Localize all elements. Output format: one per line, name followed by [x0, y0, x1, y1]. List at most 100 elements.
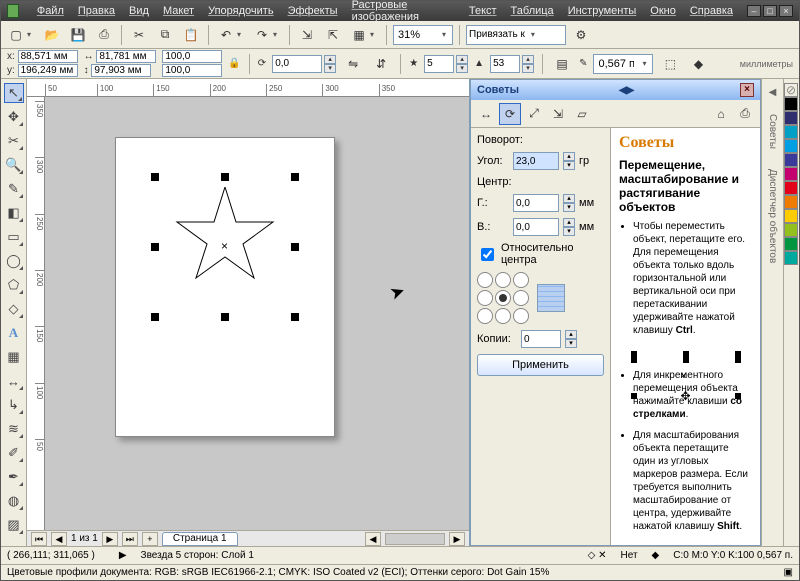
- redo-button[interactable]: ↷: [251, 24, 273, 46]
- menu-help[interactable]: Справка: [690, 5, 733, 17]
- swatch[interactable]: [784, 111, 798, 125]
- cut-button[interactable]: ✂: [128, 24, 150, 46]
- ellipse-tool[interactable]: ◯: [4, 251, 24, 271]
- y-input[interactable]: [18, 64, 78, 77]
- copy-button[interactable]: ⧉: [154, 24, 176, 46]
- menu-layout[interactable]: Макет: [163, 5, 194, 17]
- width-input[interactable]: [96, 50, 156, 63]
- swatch[interactable]: [784, 139, 798, 153]
- mirror-v-button[interactable]: ⇵: [370, 53, 392, 75]
- star-points-input[interactable]: [424, 55, 454, 73]
- table-tool[interactable]: ▦: [4, 347, 24, 367]
- apply-button[interactable]: Применить: [477, 354, 604, 376]
- swatch[interactable]: [784, 237, 798, 251]
- selected-star[interactable]: ×: [155, 177, 295, 317]
- star-shape[interactable]: [175, 187, 275, 287]
- transform-position-tab[interactable]: ↔: [475, 103, 497, 125]
- scroll-left-button[interactable]: ◀: [365, 532, 381, 546]
- copies-input[interactable]: [521, 330, 561, 348]
- side-tab-object-manager[interactable]: Диспетчер объектов: [767, 165, 778, 267]
- rectangle-tool[interactable]: ▭: [4, 227, 24, 247]
- docker-collapse-button[interactable]: ◀▶: [619, 85, 634, 96]
- page-tab-1[interactable]: Страница 1: [162, 532, 238, 546]
- basicshapes-tool[interactable]: ◇: [4, 299, 24, 319]
- hints-print-button[interactable]: ⎙: [734, 103, 756, 125]
- swatch[interactable]: [784, 209, 798, 223]
- crop-tool[interactable]: ✂: [4, 131, 24, 151]
- swatch[interactable]: [784, 97, 798, 111]
- menu-tools[interactable]: Инструменты: [568, 5, 637, 17]
- height-input[interactable]: [91, 64, 151, 77]
- scroll-right-button[interactable]: ▶: [449, 532, 465, 546]
- transform-scale-tab[interactable]: ⤢: [523, 103, 545, 125]
- side-tab-hints[interactable]: Советы: [767, 110, 778, 153]
- relative-checkbox[interactable]: [481, 248, 494, 261]
- transform-skew-tab[interactable]: ▱: [571, 103, 593, 125]
- angle-input[interactable]: [513, 152, 559, 170]
- hscrollbar[interactable]: [385, 533, 445, 545]
- menu-view[interactable]: Вид: [129, 5, 149, 17]
- zoom-combo[interactable]: ▾: [393, 25, 453, 45]
- wrap-button[interactable]: ⬚: [659, 53, 681, 75]
- print-button[interactable]: ⎙: [93, 24, 115, 46]
- menu-text[interactable]: Текст: [469, 5, 497, 17]
- convert-button[interactable]: ◆: [687, 53, 709, 75]
- import-button[interactable]: ⇲: [296, 24, 318, 46]
- center-x-input[interactable]: [513, 194, 559, 212]
- shape-tool[interactable]: ✥: [4, 107, 24, 127]
- drawing-stage[interactable]: × ➤: [45, 97, 469, 530]
- menu-effects[interactable]: Эффекты: [288, 5, 338, 17]
- transform-size-tab[interactable]: ⇲: [547, 103, 569, 125]
- zoom-tool[interactable]: 🔍: [4, 155, 24, 175]
- export-button[interactable]: ⇱: [322, 24, 344, 46]
- options-button[interactable]: ⚙: [570, 24, 592, 46]
- x-input[interactable]: [18, 50, 78, 63]
- menu-table[interactable]: Таблица: [511, 5, 554, 17]
- relative-checkbox-label[interactable]: Относительно центра: [477, 242, 604, 266]
- restore-button[interactable]: □: [763, 5, 777, 17]
- snap-combo[interactable]: Привязать к ▾: [466, 25, 566, 45]
- lock-icon[interactable]: 🔒: [228, 58, 240, 69]
- swatch[interactable]: [784, 251, 798, 265]
- undo-button[interactable]: ↶: [215, 24, 237, 46]
- outline-style-button[interactable]: ▤: [551, 53, 573, 75]
- text-tool[interactable]: A: [4, 323, 24, 343]
- hints-home-button[interactable]: ⌂: [710, 103, 732, 125]
- new-button[interactable]: ▢: [5, 24, 27, 46]
- save-button[interactable]: 💾: [67, 24, 89, 46]
- dimension-tool[interactable]: ↔: [4, 371, 24, 391]
- menu-edit[interactable]: Правка: [78, 5, 115, 17]
- page-prev-button[interactable]: ◀: [51, 532, 67, 546]
- zoom-input[interactable]: [396, 28, 436, 42]
- center-y-input[interactable]: [513, 218, 559, 236]
- swatch-none[interactable]: ⊘: [784, 83, 798, 97]
- anchor-grid[interactable]: [477, 272, 529, 324]
- eyedropper-tool[interactable]: ✐: [4, 443, 24, 463]
- blend-tool[interactable]: ≋: [4, 419, 24, 439]
- transform-rotate-tab[interactable]: ⟳: [499, 103, 521, 125]
- swatch[interactable]: [784, 167, 798, 181]
- scaley-input[interactable]: [162, 64, 222, 77]
- swatch[interactable]: [784, 223, 798, 237]
- menu-arrange[interactable]: Упорядочить: [208, 5, 273, 17]
- freehand-tool[interactable]: ✎: [4, 179, 24, 199]
- outline-width-combo[interactable]: ▾: [593, 54, 653, 74]
- outlinepen-tool[interactable]: ✒: [4, 467, 24, 487]
- mirror-h-button[interactable]: ⇋: [342, 53, 364, 75]
- scalex-input[interactable]: [162, 50, 222, 63]
- fill-tool[interactable]: ◍: [4, 491, 24, 511]
- connector-tool[interactable]: ↳: [4, 395, 24, 415]
- smartfill-tool[interactable]: ◧: [4, 203, 24, 223]
- page-next-button[interactable]: ▶: [102, 532, 118, 546]
- paste-button[interactable]: 📋: [180, 24, 202, 46]
- swatch[interactable]: [784, 181, 798, 195]
- minimize-button[interactable]: –: [747, 5, 761, 17]
- swatch[interactable]: [784, 153, 798, 167]
- star-sharpness-input[interactable]: [490, 55, 520, 73]
- interactivefill-tool[interactable]: ▨: [4, 515, 24, 535]
- swatch[interactable]: [784, 195, 798, 209]
- rotation-input[interactable]: [272, 55, 322, 73]
- polygon-tool[interactable]: ⬠: [4, 275, 24, 295]
- pick-tool[interactable]: ↖: [4, 83, 24, 103]
- swatch[interactable]: [784, 125, 798, 139]
